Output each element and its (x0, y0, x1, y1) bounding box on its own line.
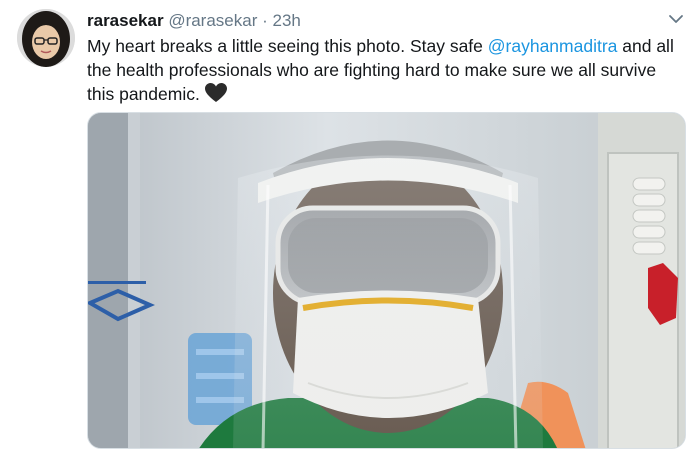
black-heart-icon (204, 83, 227, 109)
chevron-down-icon[interactable] (666, 9, 686, 29)
user-handle[interactable]: @rarasekar (168, 11, 257, 30)
tweet-text: My heart breaks a little seeing this pho… (87, 34, 687, 109)
tweet-card[interactable]: rarasekar @rarasekar · 23h My heart brea… (0, 0, 700, 460)
mention-link[interactable]: @rayhanmaditra (488, 36, 618, 56)
avatar[interactable] (17, 9, 75, 67)
separator-dot: · (262, 11, 268, 30)
tweet-header: rarasekar @rarasekar · 23h (87, 11, 301, 31)
display-name[interactable]: rarasekar (87, 11, 164, 30)
photo-illustration (88, 113, 685, 448)
tweet-photo[interactable] (87, 112, 686, 449)
timestamp[interactable]: 23h (273, 11, 301, 30)
tweet-text-part1: My heart breaks a little seeing this pho… (87, 36, 488, 56)
